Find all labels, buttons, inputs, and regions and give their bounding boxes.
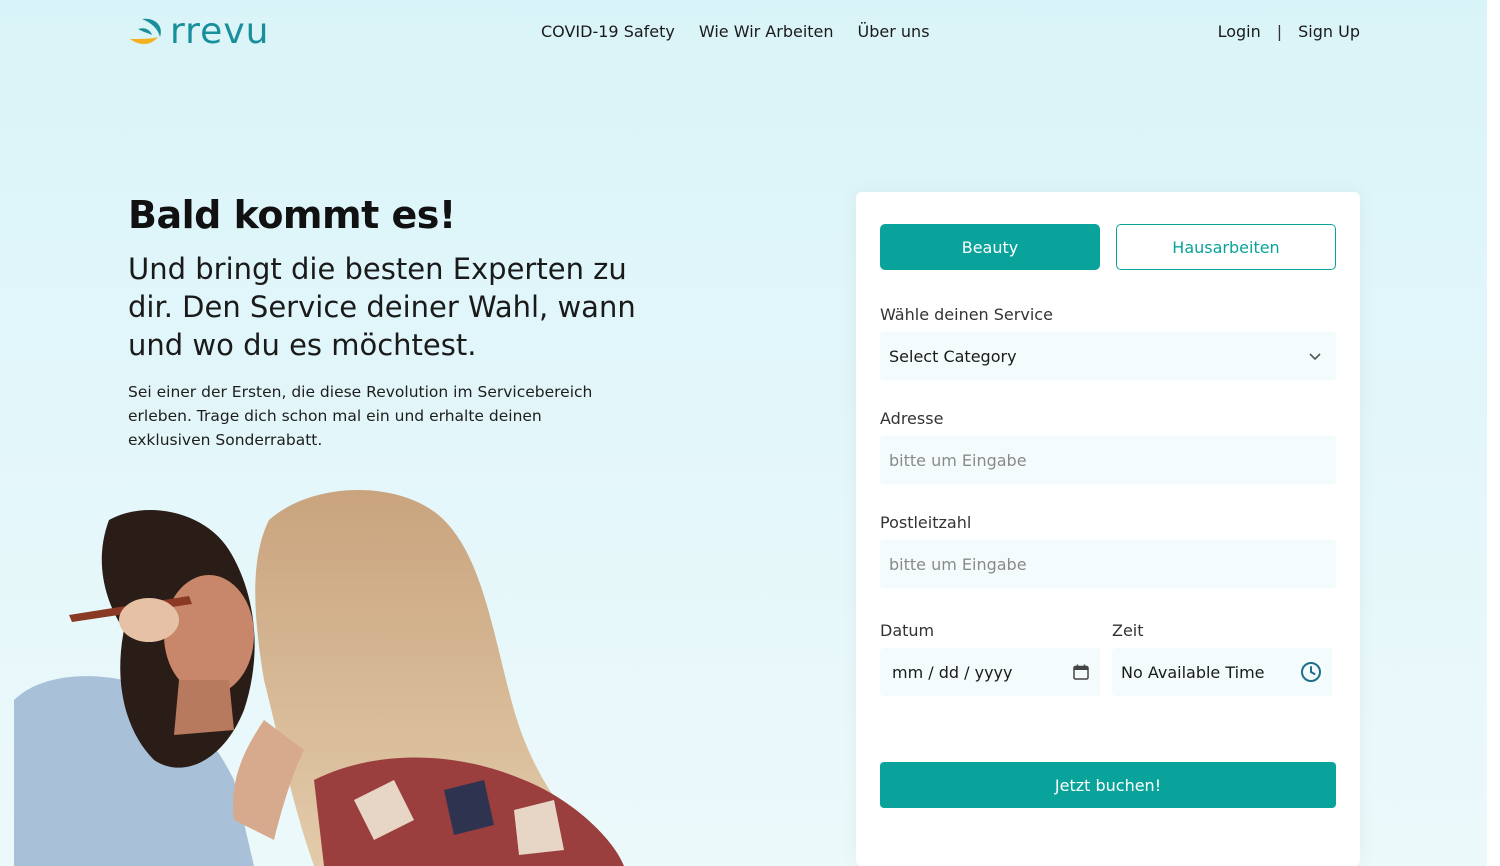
booking-card: Beauty Hausarbeiten Wähle deinen Service… bbox=[856, 192, 1360, 866]
time-value: No Available Time bbox=[1121, 662, 1265, 682]
calendar-icon[interactable] bbox=[1072, 663, 1090, 681]
time-label: Zeit bbox=[1112, 621, 1144, 640]
time-select[interactable]: No Available Time bbox=[1112, 648, 1332, 696]
hero-photo bbox=[14, 480, 634, 866]
tab-beauty[interactable]: Beauty bbox=[880, 224, 1100, 270]
zip-field-wrapper bbox=[880, 540, 1336, 588]
logo[interactable]: rrevu bbox=[128, 14, 269, 50]
date-label: Datum bbox=[880, 621, 935, 640]
clock-icon bbox=[1301, 662, 1321, 682]
logo-wordmark: rrevu bbox=[170, 11, 270, 52]
hero-subtitle: Und bringt die besten Experten zu dir. D… bbox=[128, 252, 636, 362]
nav-how-we-work[interactable]: Wie Wir Arbeiten bbox=[699, 22, 834, 41]
auth-links: Login | Sign Up bbox=[1218, 22, 1360, 41]
nav-covid-safety[interactable]: COVID-19 Safety bbox=[541, 22, 675, 41]
address-input[interactable] bbox=[889, 450, 1327, 470]
auth-separator: | bbox=[1276, 22, 1283, 41]
tab-hausarbeiten[interactable]: Hausarbeiten bbox=[1116, 224, 1336, 270]
signup-link[interactable]: Sign Up bbox=[1298, 22, 1360, 41]
chevron-down-icon bbox=[1309, 353, 1321, 361]
main-nav: COVID-19 Safety Wie Wir Arbeiten Über un… bbox=[541, 22, 930, 41]
address-label: Adresse bbox=[880, 409, 944, 428]
service-select-value: Select Category bbox=[889, 346, 1017, 366]
logo-mark-icon bbox=[130, 18, 161, 44]
service-select[interactable]: Select Category bbox=[880, 332, 1336, 380]
hero-description: Sei einer der Ersten, die diese Revoluti… bbox=[128, 383, 593, 449]
zip-label: Postleitzahl bbox=[880, 513, 972, 532]
service-label: Wähle deinen Service bbox=[880, 305, 1053, 324]
login-link[interactable]: Login bbox=[1218, 22, 1261, 41]
page-edge bbox=[1487, 0, 1500, 866]
book-now-button[interactable]: Jetzt buchen! bbox=[880, 762, 1336, 808]
date-value: mm / dd / yyyy bbox=[892, 662, 1013, 682]
date-input[interactable]: mm / dd / yyyy bbox=[880, 648, 1100, 696]
address-field-wrapper bbox=[880, 436, 1336, 484]
hero-title: Bald kommt es! bbox=[128, 193, 456, 237]
nav-about-us[interactable]: Über uns bbox=[858, 22, 930, 41]
zip-input[interactable] bbox=[889, 554, 1327, 574]
